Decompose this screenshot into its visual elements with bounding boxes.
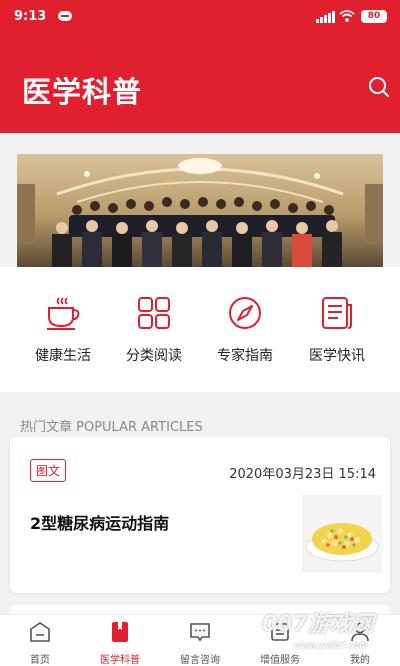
bookmark-icon (112, 622, 128, 642)
tab-label: 我的 (350, 655, 370, 666)
status-bar: 9:13 80 (0, 0, 400, 34)
compass-icon (229, 297, 261, 329)
coffee-cup-icon (47, 297, 80, 330)
category-label: 医学快讯 (309, 348, 365, 364)
watermark-url: www.yx007.com (294, 641, 369, 651)
home-icon (30, 622, 50, 642)
tab-consult[interactable]: 留言咨询 (160, 621, 240, 666)
article-type-badge: 图文 (30, 459, 67, 482)
grid-icon (138, 297, 170, 329)
search-icon[interactable] (368, 76, 390, 98)
tab-label: 医学科普 (100, 655, 140, 666)
category-label: 健康生活 (35, 348, 91, 364)
section-title: 热门文章 POPULAR ARTICLES (20, 420, 203, 435)
category-classified-reading[interactable]: 分类阅读 (109, 295, 199, 365)
category-label: 分类阅读 (126, 348, 182, 364)
tab-label: 留言咨询 (180, 655, 220, 666)
article-title: 2型糖尿病运动指南 (30, 514, 170, 533)
tab-label: 首页 (30, 655, 50, 666)
message-notification-icon (58, 11, 72, 21)
tab-label: 增值服务 (260, 655, 300, 666)
category-health-life[interactable]: 健康生活 (18, 295, 108, 365)
news-icon (322, 297, 352, 329)
article-date: 2020年03月23日 15:14 (229, 467, 376, 482)
category-expert-guide[interactable]: 专家指南 (200, 295, 290, 365)
signal-icon (316, 11, 335, 23)
app-header: 9:13 80 医学科普 (0, 0, 400, 133)
message-icon (190, 623, 210, 642)
page-title: 医学科普 (22, 75, 143, 109)
category-grid: 健康生活 分类阅读 专家指南 医学快讯 (0, 267, 400, 392)
category-label: 专家指南 (217, 348, 273, 364)
category-medical-news[interactable]: 医学快讯 (292, 295, 382, 365)
banner-image[interactable] (17, 154, 383, 267)
tab-home[interactable]: 首页 (0, 621, 80, 666)
status-time: 9:13 (14, 9, 47, 24)
article-card[interactable]: 图文 2020年03月23日 15:14 2型糖尿病运动指南 (10, 437, 390, 593)
battery-icon: 80 (361, 10, 387, 23)
watermark-logo: 007游戏网 (262, 612, 374, 637)
article-thumbnail (302, 495, 382, 573)
tab-medical-science[interactable]: 医学科普 (80, 621, 160, 666)
wifi-icon (339, 10, 355, 22)
